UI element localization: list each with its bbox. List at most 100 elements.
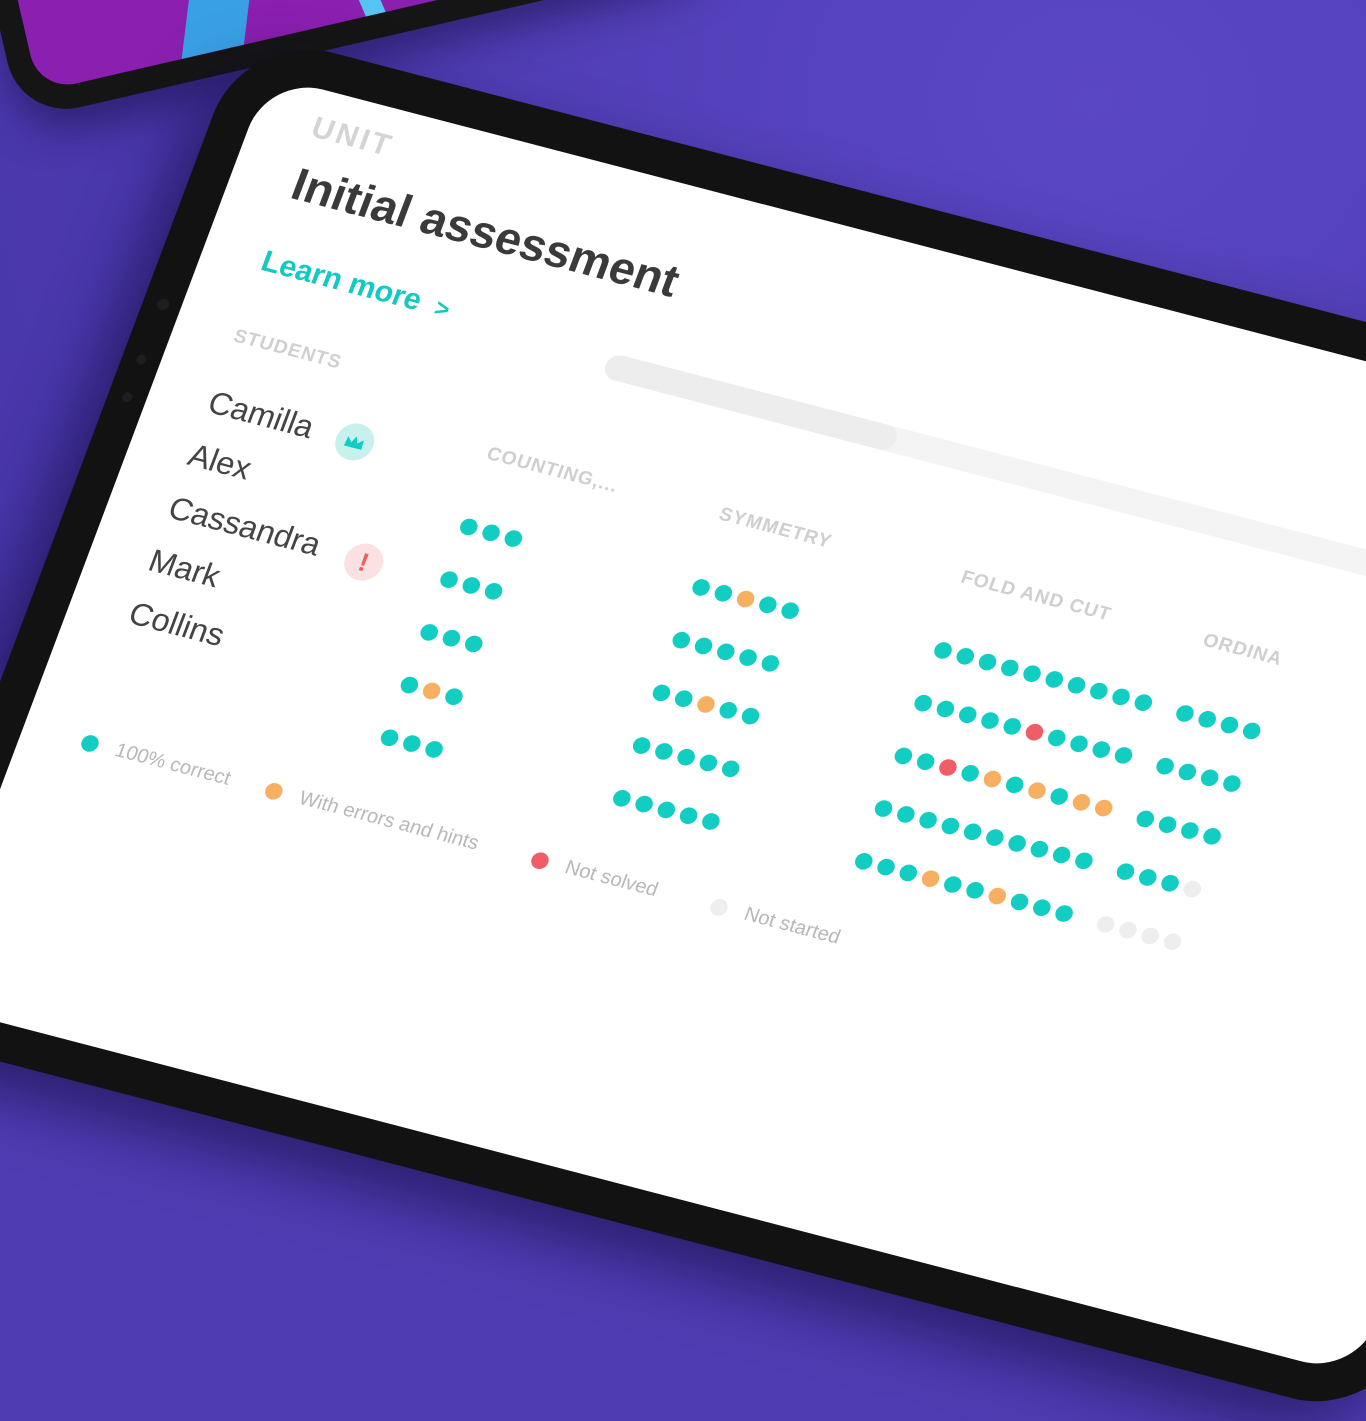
student-progress-row[interactable]	[378, 727, 446, 760]
progress-dot-correct	[1178, 820, 1202, 841]
progress-dot-correct	[719, 758, 742, 779]
progress-dot-correct	[978, 710, 1002, 731]
student-progress-row[interactable]	[1134, 808, 1224, 847]
progress-dot-not-started	[1094, 914, 1117, 935]
crown-icon	[343, 436, 364, 450]
progress-dot-correct	[897, 862, 920, 884]
progress-dot-correct	[674, 747, 698, 768]
progress-dot-errors	[1070, 792, 1093, 813]
student-progress-row[interactable]	[650, 682, 762, 727]
progress-dot-correct	[1043, 669, 1066, 690]
horizontal-scrollbar[interactable]	[601, 352, 1366, 604]
student-name[interactable]: Alex	[183, 437, 256, 488]
progress-dot-correct	[712, 583, 735, 604]
progress-dot-errors	[1092, 797, 1115, 819]
student-progress-row[interactable]	[610, 788, 723, 832]
progress-dot-correct	[872, 798, 895, 819]
legend-item: Not started	[707, 894, 843, 949]
student-progress-row[interactable]	[417, 622, 485, 655]
progress-dot-correct	[1003, 774, 1026, 796]
progress-dot-correct	[961, 821, 984, 842]
progress-dot-correct	[672, 688, 695, 709]
progress-dot-correct	[697, 752, 720, 774]
student-name[interactable]: Camilla	[203, 384, 319, 446]
student-progress-row[interactable]	[689, 577, 802, 621]
progress-dot-correct	[417, 622, 441, 643]
progress-dot-correct	[1001, 716, 1024, 737]
progress-dot-errors	[734, 588, 757, 610]
progress-dot-correct	[1220, 773, 1244, 794]
student-progress-row[interactable]	[437, 569, 505, 602]
crown-badge	[329, 419, 380, 465]
progress-dot-correct	[934, 698, 957, 720]
legend-dot-correct	[78, 733, 102, 754]
student-name[interactable]: Collins	[124, 595, 230, 654]
student-progress-row[interactable]	[931, 640, 1155, 713]
progress-dot-correct	[1240, 720, 1263, 742]
legend-dot-not-solved	[528, 850, 552, 871]
progress-dot-correct	[1153, 756, 1177, 777]
progress-dot-correct	[717, 700, 740, 721]
progress-dot-errors	[1025, 780, 1049, 801]
progress-dot-correct	[1176, 761, 1199, 783]
column-header: FOLD AND CUT	[957, 566, 1115, 626]
progress-dot-not-solved	[936, 757, 960, 778]
progress-dot-correct	[610, 788, 634, 809]
student-progress-row[interactable]	[457, 516, 525, 549]
progress-dot-correct	[502, 528, 525, 549]
progress-dot-correct	[1198, 767, 1221, 788]
student-progress-row[interactable]	[630, 735, 742, 779]
progress-dot-correct	[852, 851, 876, 872]
progress-dot-correct	[1005, 833, 1029, 854]
progress-dot-correct	[655, 799, 678, 821]
progress-dot-correct	[677, 805, 700, 826]
alert-badge: !	[338, 539, 389, 585]
student-progress-row[interactable]	[892, 745, 1115, 819]
legend-dot-errors	[262, 781, 286, 802]
progress-dot-correct	[689, 577, 713, 598]
progress-dot-correct	[778, 600, 802, 621]
progress-dot-not-started	[1161, 931, 1184, 952]
student-progress-row[interactable]	[1153, 756, 1244, 794]
progress-dot-correct	[378, 727, 401, 748]
progress-dot-correct	[1045, 727, 1068, 749]
scrollbar-thumb[interactable]	[601, 352, 901, 453]
progress-dot-correct	[1218, 714, 1241, 736]
student-progress-row[interactable]	[1114, 861, 1204, 900]
student-progress-row[interactable]	[398, 674, 466, 707]
progress-dot-correct	[632, 793, 656, 815]
progress-dot-correct	[652, 741, 676, 762]
progress-dot-errors	[420, 680, 443, 702]
alert-icon: !	[354, 546, 374, 577]
progress-dot-correct	[1090, 739, 1113, 760]
progress-dot-correct	[983, 827, 1007, 848]
student-progress-row[interactable]	[1094, 914, 1184, 952]
student-progress-row[interactable]	[670, 630, 782, 674]
student-progress-row[interactable]	[1173, 703, 1263, 742]
progress-dot-correct	[1112, 745, 1135, 766]
student-progress-row[interactable]	[911, 693, 1135, 766]
progress-dot-correct	[998, 657, 1022, 679]
progress-dot-correct	[1114, 861, 1137, 882]
camera-dot	[155, 297, 172, 312]
progress-dot-correct	[1067, 733, 1091, 754]
legend-label: Not solved	[561, 856, 662, 902]
progress-dot-correct	[1134, 808, 1157, 830]
progress-dot-correct	[1195, 709, 1219, 730]
progress-dot-correct	[894, 804, 918, 825]
student-progress-row[interactable]	[872, 798, 1096, 871]
progress-dot-errors	[981, 768, 1004, 790]
legend-item: Not solved	[528, 848, 661, 902]
learn-more-link[interactable]: Learn more >	[256, 245, 455, 326]
column-header: SYMMETRY	[716, 503, 835, 553]
progress-dot-correct	[457, 516, 481, 538]
student-progress-row[interactable]	[852, 851, 1076, 924]
progress-dot-correct	[460, 575, 483, 596]
progress-dot-errors	[986, 885, 1009, 907]
student-name[interactable]: Mark	[143, 542, 226, 595]
progress-dot-correct	[739, 705, 762, 727]
unit-label: UNIT	[306, 111, 398, 163]
progress-dot-correct	[958, 763, 982, 784]
progress-dot-correct	[699, 811, 723, 832]
progress-dot-not-started	[1181, 878, 1204, 900]
